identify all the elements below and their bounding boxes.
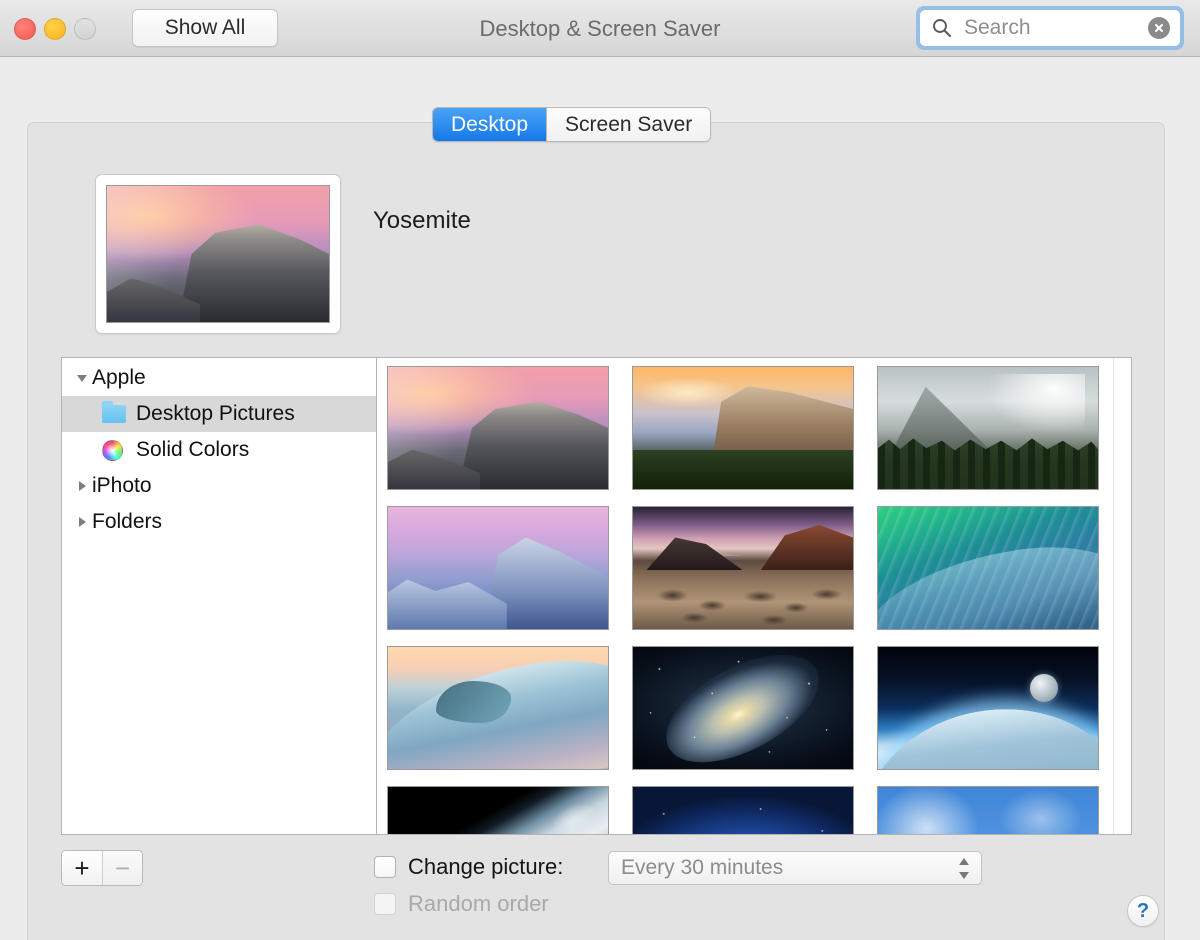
art-detail [633, 573, 853, 629]
current-wallpaper-name: Yosemite [373, 207, 471, 235]
wallpaper-art-halfdome-pink [388, 367, 608, 489]
sidebar-item-apple[interactable]: Apple [62, 360, 376, 396]
wallpaper-art-galaxy [633, 647, 853, 769]
sidebar-item-folders[interactable]: Folders [62, 504, 376, 540]
wallpaper-art-lake [633, 507, 853, 629]
wallpaper-grid-scrollbar[interactable] [1113, 358, 1131, 834]
art-detail [423, 786, 609, 834]
change-picture-checkbox[interactable] [374, 856, 396, 878]
wallpaper-art-wave-sunset [388, 647, 608, 769]
wallpaper-thumbnail[interactable] [387, 786, 609, 834]
sidebar-item-folders-label: Folders [92, 510, 162, 534]
sidebar-item-iphoto[interactable]: iPhoto [62, 468, 376, 504]
wallpaper-grid [387, 366, 1131, 834]
tab-bar: Desktop Screen Saver [432, 107, 711, 142]
art-detail [878, 435, 1098, 489]
wallpaper-thumbnail[interactable] [387, 366, 609, 490]
show-all-label: Show All [165, 16, 246, 40]
traffic-lights [14, 18, 96, 40]
wallpaper-thumbnail[interactable] [632, 366, 854, 490]
sidebar-item-desktop-pictures-label: Desktop Pictures [136, 402, 295, 426]
art-detail [387, 566, 507, 629]
wallpaper-art-sky-clouds [878, 787, 1098, 834]
help-button[interactable]: ? [1127, 895, 1159, 927]
random-order-checkbox[interactable] [374, 893, 396, 915]
add-folder-button[interactable]: + [62, 851, 102, 885]
chevron-right-icon[interactable] [72, 512, 92, 532]
window-title-text: Desktop & Screen Saver [480, 16, 721, 42]
current-wallpaper-preview[interactable] [95, 174, 341, 334]
art-detail [388, 433, 480, 489]
clear-icon[interactable] [1148, 17, 1170, 39]
art-detail [877, 534, 1099, 630]
change-interval-dropdown[interactable]: Every 30 minutes [608, 851, 982, 885]
wallpaper-art-halfdome-pink [107, 186, 329, 322]
current-wallpaper-thumbnail [106, 185, 330, 323]
wallpaper-art-earth-moon [878, 647, 1098, 769]
wallpaper-art-wave-green [878, 507, 1098, 629]
minimize-window-button[interactable] [44, 18, 66, 40]
search-icon [932, 18, 952, 43]
remove-folder-button[interactable]: − [102, 851, 142, 885]
wallpaper-grid-panel [377, 358, 1131, 834]
wallpaper-thumbnail[interactable] [877, 366, 1099, 490]
wallpaper-art-nebula [633, 787, 853, 834]
change-picture-label: Change picture: [408, 854, 563, 880]
chevron-right-icon[interactable] [72, 476, 92, 496]
art-detail [1030, 674, 1059, 702]
wallpaper-thumbnail[interactable] [387, 506, 609, 630]
search-input[interactable] [964, 16, 1114, 40]
source-list: Apple Desktop Pictures Solid Colors iPho… [62, 358, 377, 834]
art-detail [107, 259, 200, 322]
tab-desktop[interactable]: Desktop [433, 108, 546, 141]
change-interval-value: Every 30 minutes [621, 856, 783, 880]
tab-screen-saver-label: Screen Saver [565, 113, 692, 137]
wallpaper-art-elcapitan [633, 367, 853, 489]
wallpaper-art-snowy-pink [388, 507, 608, 629]
window-toolbar: Show All Desktop & Screen Saver [0, 0, 1200, 57]
chevron-updown-icon [957, 858, 971, 879]
help-label: ? [1137, 900, 1149, 923]
wallpaper-thumbnail[interactable] [632, 506, 854, 630]
add-folder-label: + [74, 853, 89, 884]
art-detail [877, 694, 1099, 770]
wallpaper-art-misty [878, 367, 1098, 489]
sidebar-item-iphoto-label: iPhoto [92, 474, 152, 498]
random-order-row: Random order [374, 891, 549, 917]
close-window-button[interactable] [14, 18, 36, 40]
wallpaper-thumbnail[interactable] [387, 646, 609, 770]
art-detail [984, 374, 1085, 435]
add-remove-folder-buttons: + − [61, 850, 143, 886]
sidebar-item-desktop-pictures[interactable]: Desktop Pictures [62, 396, 376, 432]
search-field[interactable] [920, 10, 1180, 46]
zoom-window-button[interactable] [74, 18, 96, 40]
search-field-focus-ring [916, 6, 1184, 50]
change-picture-row: Change picture: [374, 854, 563, 880]
tab-desktop-label: Desktop [451, 113, 528, 137]
picture-browser: Apple Desktop Pictures Solid Colors iPho… [61, 357, 1132, 835]
sidebar-item-solid-colors[interactable]: Solid Colors [62, 432, 376, 468]
folder-icon [102, 405, 128, 423]
wallpaper-thumbnail[interactable] [877, 646, 1099, 770]
art-detail [633, 647, 853, 769]
wallpaper-thumbnail[interactable] [632, 786, 854, 834]
tab-screen-saver[interactable]: Screen Saver [546, 108, 710, 141]
wallpaper-art-earth-black [388, 787, 608, 834]
chevron-down-icon[interactable] [72, 368, 92, 388]
wallpaper-thumbnail[interactable] [877, 786, 1099, 834]
sidebar-item-apple-label: Apple [92, 366, 146, 390]
random-order-label: Random order [408, 891, 549, 917]
art-detail [436, 681, 511, 722]
color-wheel-icon [102, 440, 128, 461]
sidebar-item-solid-colors-label: Solid Colors [136, 438, 249, 462]
wallpaper-thumbnail[interactable] [877, 506, 1099, 630]
art-detail [878, 787, 1098, 834]
remove-folder-label: − [115, 853, 130, 884]
art-detail [633, 787, 853, 834]
wallpaper-thumbnail[interactable] [632, 646, 854, 770]
show-all-button[interactable]: Show All [132, 9, 278, 47]
art-detail [633, 450, 853, 489]
